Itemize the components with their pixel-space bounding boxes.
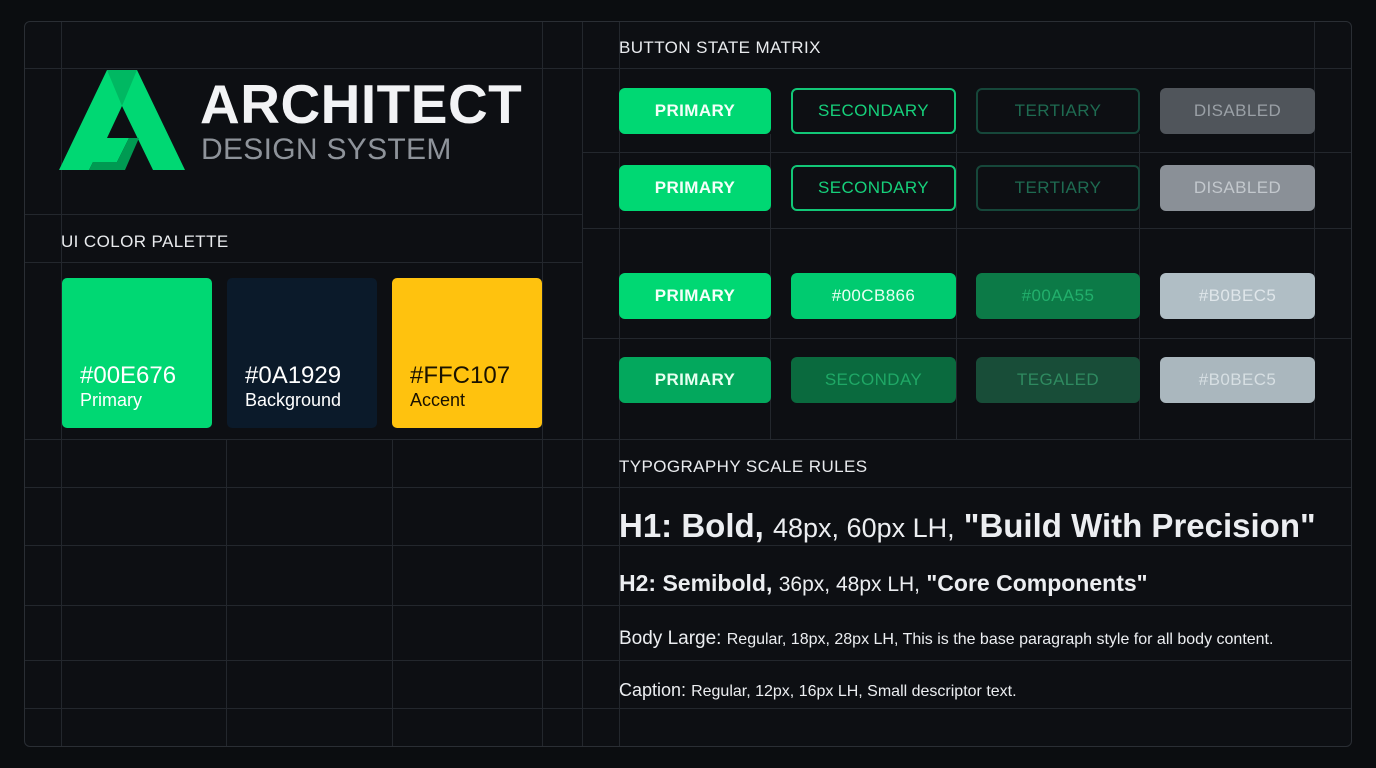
swatch-name: Accent (410, 390, 466, 410)
typo-caption-label: Caption: (619, 680, 687, 700)
button-tertiary-pressed[interactable]: TEGALED (976, 357, 1140, 403)
button-secondary-hover[interactable]: SECONDARY (791, 165, 956, 211)
button-matrix-heading: BUTTON STATE MATRIX (619, 38, 821, 57)
palette-heading: UI COLOR PALETTE (61, 232, 229, 251)
typo-body-label: Body Large: (619, 628, 722, 649)
brand-title: ARCHITECT (200, 73, 523, 135)
typo-h1-sample: "Build With Precision" (963, 507, 1316, 544)
typography-heading: TYPOGRAPHY SCALE RULES (619, 457, 868, 476)
swatch-name: Background (245, 390, 342, 410)
typo-h2-sample: "Core Components" (926, 570, 1148, 596)
button-primary-hover[interactable]: PRIMARY (619, 165, 771, 211)
button-disabled-default[interactable]: DISABLED (1160, 88, 1315, 134)
swatch-accent[interactable]: #FFC107 Accent (392, 278, 542, 428)
typo-h1-spec: 48px, 60px LH, (773, 513, 955, 543)
typo-h1-rule: H1: Bold, 48px, 60px LH, "Build With Pre… (619, 506, 1316, 548)
architect-a-logo-icon (59, 70, 185, 170)
button-disabled-hover[interactable]: DISABLED (1160, 165, 1315, 211)
typo-h2-rule: H2: Semibold, 36px, 48px LH, "Core Compo… (619, 568, 1148, 600)
button-disabled-pressed[interactable]: #B0BEC5 (1160, 357, 1315, 403)
swatch-name: Primary (80, 390, 142, 410)
swatch-hex: #FFC107 (410, 362, 511, 389)
typo-caption-spec: Regular, 12px, 16px LH, Small descriptor… (691, 683, 1017, 700)
swatch-hex: #0A1929 (245, 362, 342, 389)
button-disabled-active[interactable]: #B0BEC5 (1160, 273, 1315, 319)
button-primary-pressed[interactable]: PRIMARY (619, 357, 771, 403)
swatch-primary[interactable]: #00E676 Primary (62, 278, 212, 428)
button-tertiary-active[interactable]: #00AA55 (976, 273, 1140, 319)
typo-h2-spec: 36px, 48px LH, (778, 573, 921, 596)
button-primary-active[interactable]: PRIMARY (619, 273, 771, 319)
brand-subtitle: DESIGN SYSTEM (201, 133, 452, 166)
button-tertiary-default[interactable]: TERTIARY (976, 88, 1140, 134)
swatch-background[interactable]: #0A1929 Background (227, 278, 377, 428)
swatch-hex: #00E676 (80, 362, 177, 389)
typo-caption-rule: Caption: Regular, 12px, 16px LH, Small d… (619, 679, 1017, 703)
typo-body-rule: Body Large: Regular, 18px, 28px LH, This… (619, 627, 1273, 652)
button-secondary-pressed[interactable]: SECONDAY (791, 357, 956, 403)
button-secondary-active[interactable]: #00CB866 (791, 273, 956, 319)
typo-h1-label: H1: Bold, (619, 507, 764, 544)
button-tertiary-hover[interactable]: TERTIARY (976, 165, 1140, 211)
button-secondary-default[interactable]: SECONDARY (791, 88, 956, 134)
typo-h2-label: H2: Semibold, (619, 570, 773, 596)
typo-body-spec: Regular, 18px, 28px LH, This is the base… (726, 631, 1274, 648)
button-primary-default[interactable]: PRIMARY (619, 88, 771, 134)
